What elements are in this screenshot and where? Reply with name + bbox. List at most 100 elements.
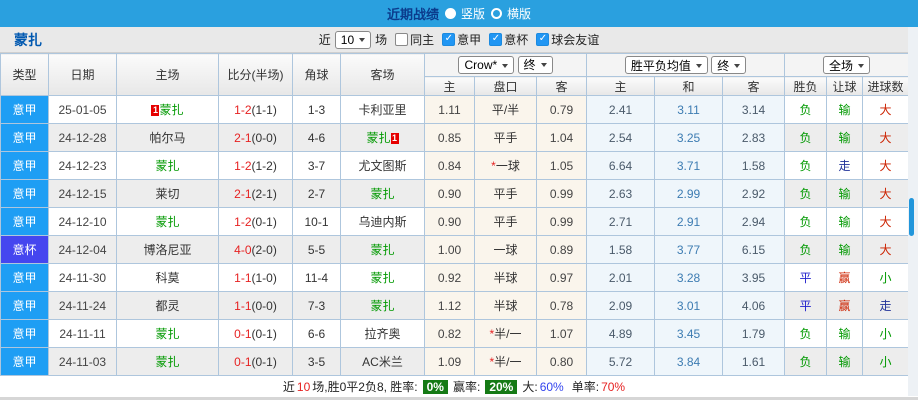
avg-away-cell: 4.06 xyxy=(723,292,785,320)
league-cell: 意甲 xyxy=(1,320,49,348)
checkbox-label: 球会友谊 xyxy=(551,31,599,48)
col-header-odds-home: 主 xyxy=(425,77,475,96)
date-cell: 25-01-05 xyxy=(49,96,117,124)
handicap-result-cell: 赢 xyxy=(827,292,863,320)
score-cell: 0-1(0-1) xyxy=(219,320,293,348)
odds-away-cell: 1.04 xyxy=(537,124,587,152)
results-table: 类型 日期 主场 比分(半场) 角球 客场 Crow* 终 胜平负均值 终 全场 xyxy=(0,53,909,376)
handicap-text: 半/一 xyxy=(494,327,521,341)
checkbox-coppa-italia[interactable]: 意杯 xyxy=(489,31,528,48)
league-cell: 意甲 xyxy=(1,152,49,180)
bookmaker-select[interactable]: Crow* xyxy=(458,56,514,74)
avg-away-cell: 3.14 xyxy=(723,96,785,124)
away-team-cell: 蒙扎 xyxy=(341,180,425,208)
team-name: 乌迪内斯 xyxy=(358,215,406,229)
handicap-result-cell: 输 xyxy=(827,348,863,376)
avg-draw-cell: 2.99 xyxy=(655,180,723,208)
handicap-cell: 平手 xyxy=(475,124,537,152)
halftime-score: (0-1) xyxy=(252,327,277,341)
avg-select[interactable]: 胜平负均值 xyxy=(625,56,708,74)
fulltime-score: 2-1 xyxy=(234,187,251,201)
avg-home-cell: 2.01 xyxy=(587,264,655,292)
scrollbar-thumb[interactable] xyxy=(909,198,914,236)
goals-cell: 大 xyxy=(863,152,909,180)
avg-draw-cell: 3.01 xyxy=(655,292,723,320)
fulltime-score: 1-1 xyxy=(234,299,251,313)
team-name: 蒙扎 xyxy=(155,215,179,229)
away-team-cell: AC米兰 xyxy=(341,348,425,376)
league-cell: 意甲 xyxy=(1,348,49,376)
radio-selected-icon[interactable] xyxy=(445,8,456,19)
odds-home-cell: 0.82 xyxy=(425,320,475,348)
handicap-cell: 一球 xyxy=(475,236,537,264)
league-cell: 意杯 xyxy=(1,236,49,264)
scope-select-group: 全场 xyxy=(785,54,909,77)
fulltime-score: 0-1 xyxy=(234,355,251,369)
league-cell: 意甲 xyxy=(1,180,49,208)
layout-radio-vertical[interactable]: 竖版 xyxy=(445,5,485,22)
odds-home-cell: 0.85 xyxy=(425,124,475,152)
checkbox-icon[interactable] xyxy=(395,33,408,46)
team-name: AC米兰 xyxy=(362,355,403,369)
league-cell: 意甲 xyxy=(1,208,49,236)
team-name: 莱切 xyxy=(155,187,179,201)
red-card-badge: 1 xyxy=(391,133,399,144)
handicap-text: 一球 xyxy=(496,159,520,173)
checkbox-club-friendly[interactable]: 球会友谊 xyxy=(536,31,599,48)
checkbox-checked-icon[interactable] xyxy=(442,33,455,46)
handicap-result-cell: 输 xyxy=(827,180,863,208)
scope-select[interactable]: 全场 xyxy=(823,56,870,74)
odds-away-cell: 0.89 xyxy=(537,236,587,264)
match-count-select[interactable]: 10 xyxy=(335,31,371,49)
single-label: 单率: xyxy=(572,378,599,395)
home-team-cell: 科莫 xyxy=(117,264,219,292)
col-header-avg-home: 主 xyxy=(587,77,655,96)
radio-label[interactable]: 横版 xyxy=(507,5,531,22)
halftime-score: (1-0) xyxy=(252,271,277,285)
fulltime-score: 1-2 xyxy=(234,159,251,173)
checkbox-serie-a[interactable]: 意甲 xyxy=(442,31,481,48)
result-cell: 平 xyxy=(785,264,827,292)
match-row: 意甲24-11-24都灵1-1(0-0)7-3蒙扎1.12半球0.782.093… xyxy=(1,292,909,320)
col-header-away: 客场 xyxy=(341,54,425,96)
checkbox-checked-icon[interactable] xyxy=(536,33,549,46)
col-header-odds-away: 客 xyxy=(537,77,587,96)
checkbox-label: 意甲 xyxy=(457,31,481,48)
match-row: 意甲24-11-11蒙扎0-1(0-1)6-6拉齐奥0.82*半/一1.074.… xyxy=(1,320,909,348)
handicap-result-cell: 输 xyxy=(827,320,863,348)
team-name: 蒙扎 xyxy=(366,131,390,145)
radio-label[interactable]: 竖版 xyxy=(461,5,485,22)
odds-home-cell: 0.90 xyxy=(425,180,475,208)
handicap-cell: 平手 xyxy=(475,208,537,236)
handicap-cell: 半球 xyxy=(475,264,537,292)
team-name: 蒙扎 xyxy=(370,243,394,257)
radio-unselected-icon[interactable] xyxy=(491,8,502,19)
team-name: 尤文图斯 xyxy=(358,159,406,173)
avg-home-cell: 2.71 xyxy=(587,208,655,236)
odds-home-cell: 1.12 xyxy=(425,292,475,320)
odds-home-cell: 0.84 xyxy=(425,152,475,180)
result-cell: 负 xyxy=(785,348,827,376)
date-cell: 24-11-30 xyxy=(49,264,117,292)
handicap-text: 平手 xyxy=(493,215,517,229)
col-header-score: 比分(半场) xyxy=(219,54,293,96)
single-rate: 70% xyxy=(601,380,625,394)
home-team-cell: 1蒙扎 xyxy=(117,96,219,124)
layout-radio-horizontal[interactable]: 横版 xyxy=(491,5,531,22)
handicap-result-cell: 输 xyxy=(827,208,863,236)
col-header-home: 主场 xyxy=(117,54,219,96)
halftime-score: (0-1) xyxy=(252,215,277,229)
avg-away-cell: 6.15 xyxy=(723,236,785,264)
goals-cell: 大 xyxy=(863,236,909,264)
bookmaker-final-select[interactable]: 终 xyxy=(518,56,553,74)
checkbox-checked-icon[interactable] xyxy=(489,33,502,46)
score-cell: 1-2(1-2) xyxy=(219,152,293,180)
avg-away-cell: 1.79 xyxy=(723,320,785,348)
checkbox-same-home[interactable]: 同主 xyxy=(395,31,434,48)
avg-final-select[interactable]: 终 xyxy=(711,56,746,74)
score-cell: 1-2(1-1) xyxy=(219,96,293,124)
result-cell: 负 xyxy=(785,236,827,264)
corner-cell: 2-7 xyxy=(293,180,341,208)
result-cell: 负 xyxy=(785,152,827,180)
team-name: 都灵 xyxy=(155,299,179,313)
